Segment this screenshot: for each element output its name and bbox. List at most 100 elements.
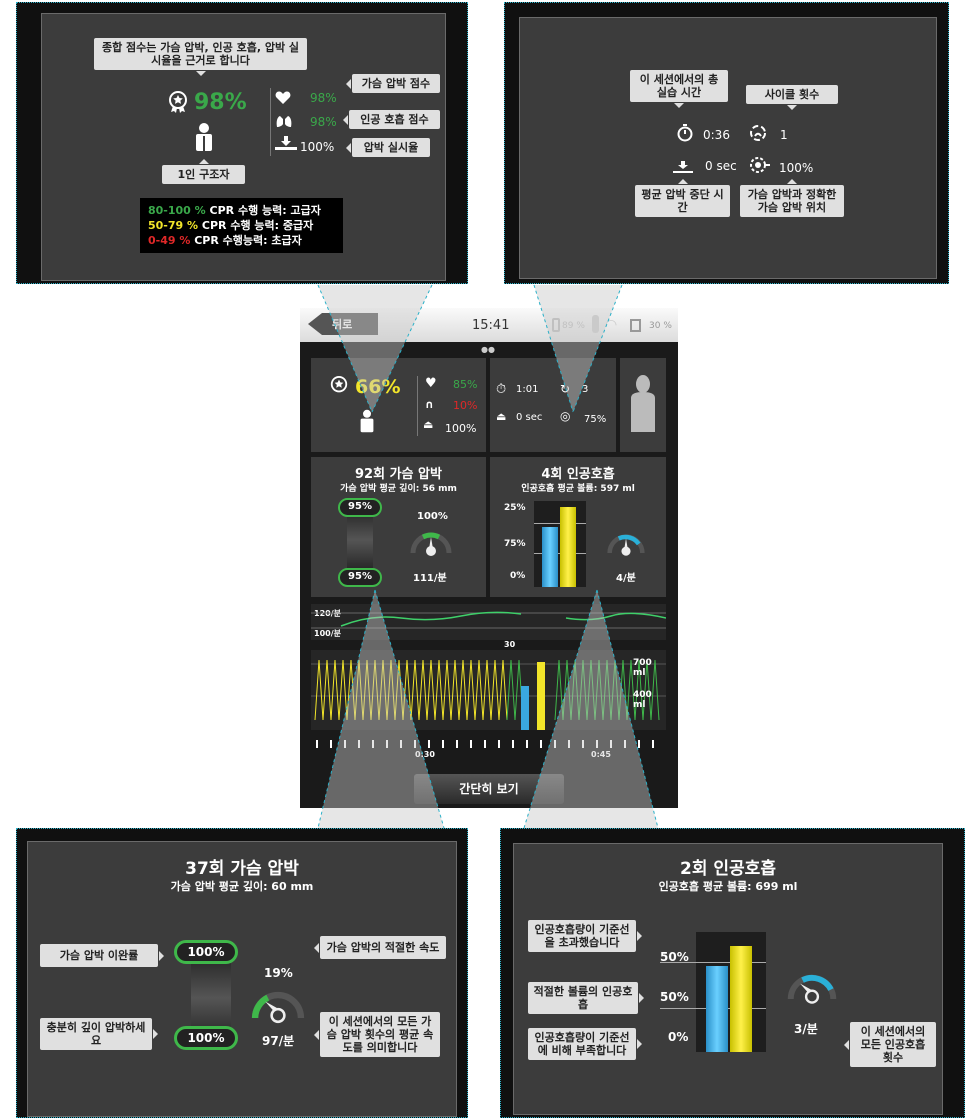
depth-tooltip: 충분히 깊이 압박하세요 [40, 1018, 158, 1050]
rate-ok-tooltip: 가슴 압박의 적절한 속도 [314, 936, 446, 959]
rate-percent: 19% [264, 966, 293, 980]
pause-icon [673, 158, 693, 177]
performance-legend: 80-100 % CPR 수행 능력: 고급자 50-79 % CPR 수행 능… [140, 198, 343, 253]
back-button[interactable]: 뒤로 [308, 313, 378, 335]
device-battery-percent: 30 % [649, 321, 672, 331]
overall-score: 98% [194, 90, 247, 115]
compression-panel[interactable]: 92회 가슴 압박 가슴 압박 평균 깊이: 56 mm 95% 95% 100… [311, 457, 486, 597]
over-tooltip: 인공호흡량이 기준선을 초과했습니다 [528, 920, 642, 952]
ok-label: 50% [660, 990, 689, 1004]
ventilation-title: 4회 인공호흡 [541, 467, 615, 482]
status-bar: 뒤로 15:41 89 % ◠ 30 % [300, 308, 678, 342]
clock: 15:41 [472, 318, 510, 333]
cycle-icon: ↻ [560, 382, 571, 396]
flow-fraction: 100% [445, 422, 477, 435]
pause-time: 0 sec [516, 412, 543, 423]
divider [417, 376, 418, 436]
rate-value: 97/분 [262, 1034, 295, 1048]
recoil-pill: 100% [174, 940, 238, 964]
ok-tooltip: 적절한 볼륨의 인공호흡 [528, 982, 644, 1014]
manikin-icon [629, 374, 657, 438]
manikin-panel[interactable] [620, 358, 666, 452]
award-icon [329, 376, 349, 400]
ventilation-zoom: 2회 인공호흡 인공호흡 평균 볼륨: 699 ml 인공호흡량이 기준선을 초… [500, 828, 965, 1118]
ventilation-score-tooltip: 인공 호흡 점수 [343, 110, 440, 129]
compression-subtitle: 가슴 압박 평균 깊이: 60 mm [170, 880, 314, 893]
summary-button[interactable]: 간단히 보기 [414, 774, 564, 804]
hand-position: 75% [584, 414, 607, 425]
overall-score-zoom: 종합 점수는 가슴 압박, 인공 호흡, 압박 실시율을 근거로 합니다 98%… [16, 2, 468, 284]
volume-bar-yellow [560, 507, 576, 587]
rate-waveform: 120/분 100/분 [311, 604, 666, 640]
rate-tooltip: 이 세션에서의 모든 인공호흡 횟수 [844, 1022, 936, 1067]
page-dots: ●● [481, 345, 495, 354]
ventilation-subtitle: 인공호흡 평균 볼륨: 597 ml [521, 484, 635, 494]
depth-pill: 100% [174, 1026, 238, 1050]
rescuer-tooltip: 1인 구조자 [162, 159, 245, 184]
vent-rate-gauge-icon [606, 529, 646, 561]
recoil-pill: 95% [338, 498, 382, 517]
ventilation-title: 2회 인공호흡 [680, 859, 776, 879]
timer-icon: ⏱ [496, 382, 507, 397]
lungs-icon [276, 113, 292, 132]
rate-gauge-icon [409, 527, 453, 561]
flow-fraction: 100% [300, 140, 335, 154]
vent-rate: 3/분 [794, 1022, 818, 1036]
compression-title: 37회 가슴 압박 [185, 859, 299, 879]
volume-chart [660, 932, 766, 1052]
ventilation-panel[interactable]: 4회 인공호흡 인공호흡 평균 볼륨: 597 ml 25% 75% 0% 4/… [490, 457, 666, 597]
hand-position-icon: ◎ [560, 409, 571, 423]
hand-position: 100% [779, 161, 814, 175]
score-panel: 66% ♥ 85% ∩ 10% ⏏ 100% [311, 358, 486, 452]
overall-score-tooltip: 종합 점수는 가슴 압박, 인공 호흡, 압박 실시율을 근거로 합니다 [94, 38, 307, 76]
cycles-tooltip: 사이클 횟수 [746, 85, 838, 110]
legend-row-advanced: 80-100 % CPR 수행 능력: 고급자 [148, 204, 321, 217]
lungs-icon: ∩ [425, 398, 434, 411]
hand-position-tooltip: 가슴 압박과 정확한 가슴 압박 위치 [740, 179, 844, 217]
volume-chart [534, 501, 586, 587]
overall-score: 66% [355, 376, 401, 398]
recoil-tooltip: 가슴 압박 이완률 [40, 944, 164, 967]
ventilation-score: 10% [453, 399, 478, 412]
waveform-chart [311, 659, 666, 730]
over-label: 25% [504, 503, 526, 513]
count-label: 30 [504, 640, 516, 649]
rate-gauge-icon [250, 984, 306, 1028]
vent-rate: 4/분 [616, 573, 636, 584]
legend-row-intermediate: 50-79 % CPR 수행 능력: 중급자 [148, 219, 314, 232]
cycle-count: 1 [780, 128, 788, 142]
hands-icon: ⏏ [423, 418, 434, 431]
volume-bar-yellow [730, 946, 752, 1052]
score-divider [270, 88, 271, 156]
time-axis: 0:30 0:45 [311, 738, 666, 768]
depth-pill: 95% [338, 568, 382, 587]
cycle-count: 3 [582, 384, 589, 395]
under-label: 0% [510, 571, 526, 581]
heart-icon [275, 90, 291, 109]
award-icon [167, 91, 189, 117]
vent-rate-gauge-icon [786, 968, 838, 1008]
flow-fraction-tooltip: 압박 실시율 [346, 138, 430, 157]
under-label: 0% [668, 1030, 689, 1044]
pause-icon: ⏏ [496, 410, 507, 423]
manikin-status-icon [592, 315, 599, 333]
ok-label: 75% [504, 539, 526, 549]
compression-zoom: 37회 가슴 압박 가슴 압박 평균 깊이: 60 mm 가슴 압박 이완률 충… [16, 828, 468, 1118]
session-stats-zoom: 이 세션에서의 총 실습 시간 사이클 횟수 0:36 1 0 sec 100%… [504, 2, 949, 284]
rescuer-icon [359, 408, 375, 438]
session-time: 1:01 [516, 384, 539, 395]
volume-400-label: 400 ml [633, 690, 652, 710]
battery-percent: 89 % [562, 321, 585, 331]
cycle-icon [749, 124, 767, 146]
compression-score: 85% [453, 378, 478, 391]
pause-tooltip: 평균 압박 중단 시간 [635, 179, 730, 217]
compression-title: 92회 가슴 압박 [355, 467, 442, 482]
tick-0-30: 0:30 [415, 750, 435, 759]
rescuer-icon [194, 122, 214, 156]
ventilation-score: 98% [310, 115, 337, 129]
wifi-icon: ◠ [605, 317, 618, 333]
volume-bar-blue [706, 966, 728, 1052]
compression-score-tooltip: 가슴 압박 점수 [346, 74, 440, 93]
volume-700-label: 700 ml [633, 658, 652, 678]
tick-0-45: 0:45 [591, 750, 611, 759]
